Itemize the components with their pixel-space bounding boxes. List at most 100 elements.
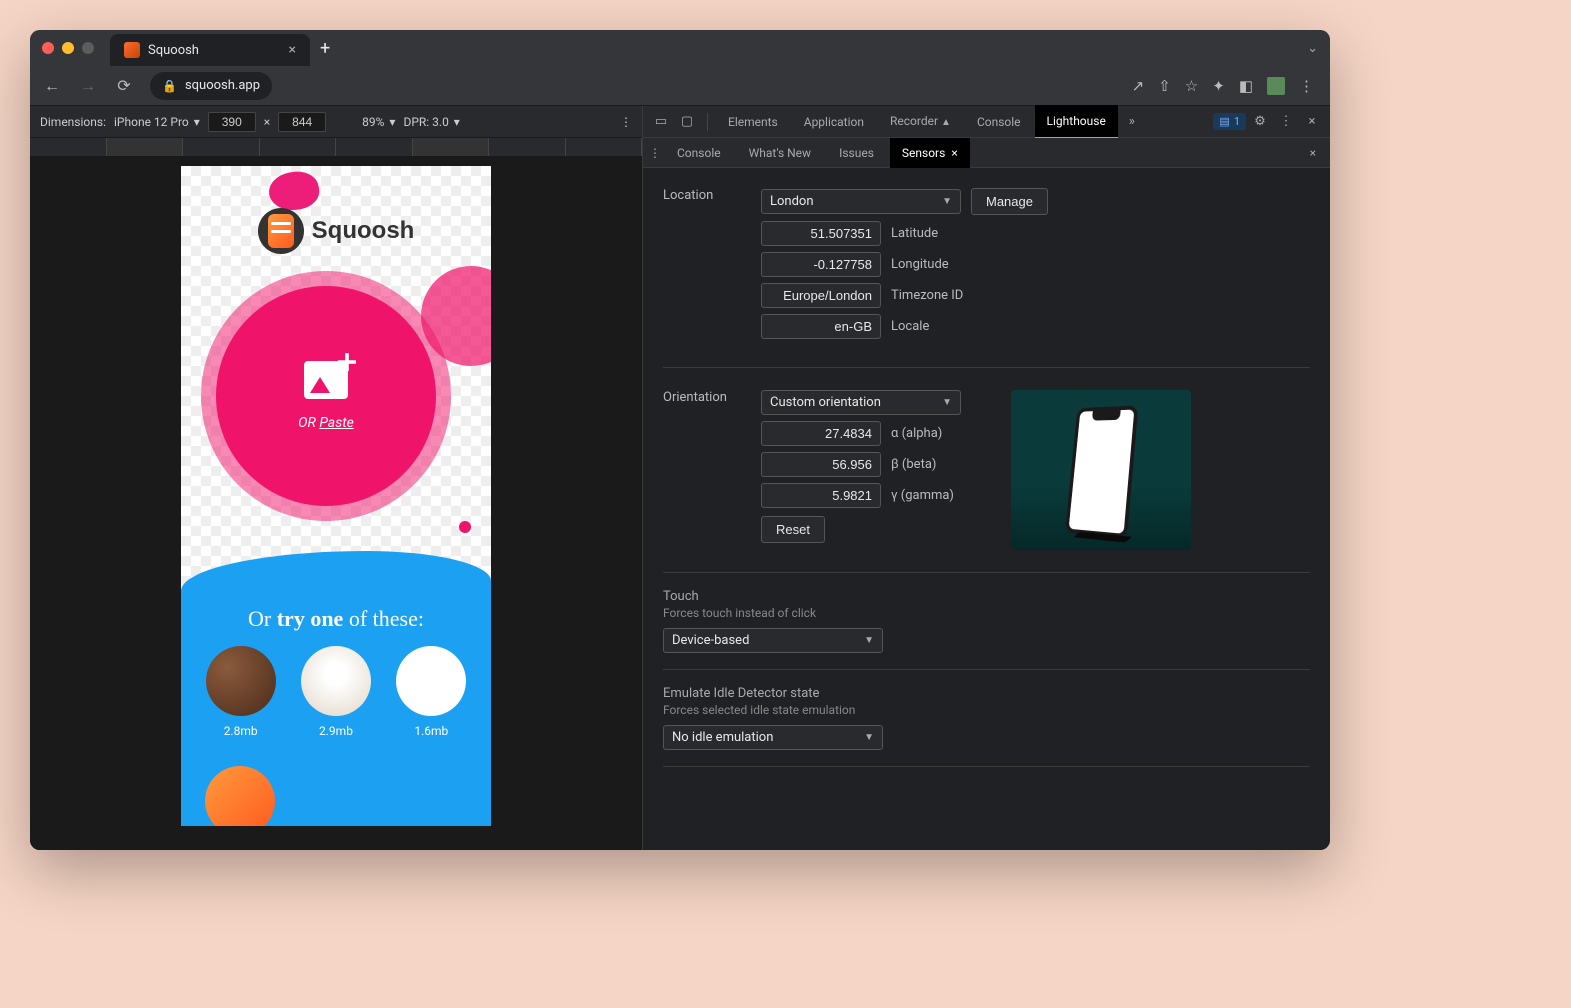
pink-dot	[459, 521, 471, 533]
forward-button[interactable]: →	[74, 76, 102, 96]
timezone-input[interactable]	[761, 283, 881, 308]
tab-console[interactable]: Console	[965, 106, 1033, 138]
squoosh-logo-icon	[268, 214, 294, 248]
reset-button[interactable]: Reset	[761, 516, 825, 543]
locale-label: Locale	[891, 319, 991, 334]
tab-favicon	[124, 42, 140, 58]
window-minimize[interactable]	[62, 42, 74, 54]
touch-label: Touch	[663, 589, 1310, 604]
settings-icon[interactable]: ⚙	[1248, 114, 1272, 129]
manage-button[interactable]: Manage	[971, 188, 1048, 215]
locale-input[interactable]	[761, 314, 881, 339]
devtools-close-icon[interactable]: ×	[1300, 114, 1324, 129]
browser-window: Squoosh × + ⌄ ← → ⟳ 🔒 squoosh.app ↗ ⇧ ☆ …	[30, 30, 1330, 850]
divider	[663, 572, 1310, 573]
back-button[interactable]: ←	[38, 76, 66, 96]
tabs-overflow-icon[interactable]: ⌄	[1307, 41, 1318, 56]
timezone-label: Timezone ID	[891, 288, 991, 303]
upload-dropzone[interactable]: OR Paste	[216, 286, 436, 506]
device-mode-pane: Dimensions: iPhone 12 Pro ▾ × 89% ▾ DPR:…	[30, 106, 642, 850]
close-tab-icon[interactable]: ×	[951, 138, 957, 168]
orientation-select[interactable]: Custom orientation▼	[761, 390, 961, 415]
sample-thumb	[301, 646, 371, 716]
latitude-label: Latitude	[891, 226, 991, 241]
sample-image-1[interactable]: 2.8mb	[206, 646, 276, 738]
emulated-page[interactable]: Squoosh OR Paste Or try one of the	[181, 166, 491, 826]
location-label: Location	[663, 188, 743, 345]
dpr-select[interactable]: DPR: 3.0 ▾	[403, 115, 459, 129]
drawer-menu-icon[interactable]: ⋮	[649, 146, 661, 160]
new-tab-button[interactable]: +	[320, 38, 330, 59]
location-select[interactable]: London▼	[761, 189, 961, 214]
sample-image-2[interactable]: 2.9mb	[301, 646, 371, 738]
longitude-input[interactable]	[761, 252, 881, 277]
extensions-icon[interactable]: ✦	[1212, 77, 1225, 95]
sample-thumb	[206, 646, 276, 716]
issues-badge[interactable]: ▤ 1	[1213, 113, 1246, 130]
idle-desc: Forces selected idle state emulation	[663, 703, 1310, 717]
drawer-tab-sensors[interactable]: Sensors ×	[890, 138, 970, 168]
drawer-tab-console[interactable]: Console	[665, 138, 733, 168]
tab-close-icon[interactable]: ×	[289, 42, 296, 58]
panel-icon[interactable]: ◧	[1239, 77, 1253, 95]
sample-thumb	[396, 646, 466, 716]
height-input[interactable]	[278, 112, 326, 132]
devtools-menu-icon[interactable]: ⋮	[1274, 114, 1298, 129]
beta-label: β (beta)	[891, 457, 991, 472]
dimensions-label: Dimensions:	[40, 115, 106, 129]
drawer-tab-whatsnew[interactable]: What's New	[737, 138, 823, 168]
device-toolbar: Dimensions: iPhone 12 Pro ▾ × 89% ▾ DPR:…	[30, 106, 642, 138]
latitude-input[interactable]	[761, 221, 881, 246]
longitude-label: Longitude	[891, 257, 991, 272]
width-ruler[interactable]	[30, 138, 642, 156]
inspect-icon[interactable]: ▭	[649, 114, 673, 129]
tab-recorder[interactable]: Recorder ▲	[878, 105, 963, 139]
emulated-viewport: Squoosh OR Paste Or try one of the	[30, 156, 642, 850]
sensors-panel: Location London▼ Manage Latitude	[643, 168, 1330, 850]
menu-icon[interactable]: ⋮	[1299, 77, 1314, 95]
tab-lighthouse[interactable]: Lighthouse	[1035, 105, 1118, 139]
zoom-select[interactable]: 89% ▾	[362, 115, 395, 129]
url-actions: ↗ ⇧ ☆ ✦ ◧ ⋮	[1132, 77, 1322, 95]
tab-title: Squoosh	[148, 43, 199, 58]
idle-select[interactable]: No idle emulation▼	[663, 725, 883, 750]
drawer-close-icon[interactable]: ×	[1302, 146, 1324, 160]
url-toolbar: ← → ⟳ 🔒 squoosh.app ↗ ⇧ ☆ ✦ ◧ ⋮	[30, 66, 1330, 106]
drawer-tab-issues[interactable]: Issues	[827, 138, 886, 168]
beta-input[interactable]	[761, 452, 881, 477]
sample-image-4[interactable]	[205, 766, 275, 826]
divider	[663, 669, 1310, 670]
sample-image-3[interactable]: 1.6mb	[396, 646, 466, 738]
window-maximize[interactable]	[82, 42, 94, 54]
upload-image-icon	[304, 361, 348, 399]
window-close[interactable]	[42, 42, 54, 54]
open-external-icon[interactable]: ↗	[1132, 77, 1145, 95]
browser-tab[interactable]: Squoosh ×	[110, 34, 310, 66]
tab-application[interactable]: Application	[792, 106, 876, 138]
width-input[interactable]	[208, 112, 256, 132]
orientation-visualizer[interactable]	[1011, 390, 1191, 550]
devtools-tabstrip: ▭ ▢ Elements Application Recorder ▲ Cons…	[643, 106, 1330, 138]
profile-avatar[interactable]	[1267, 77, 1285, 95]
drawer-tabstrip: ⋮ Console What's New Issues Sensors × ×	[643, 138, 1330, 168]
alpha-input[interactable]	[761, 421, 881, 446]
devtools-pane: ▭ ▢ Elements Application Recorder ▲ Cons…	[642, 106, 1330, 850]
squoosh-logo: Squoosh	[258, 208, 415, 254]
sample-thumb	[205, 766, 275, 826]
idle-label: Emulate Idle Detector state	[663, 686, 1310, 701]
address-bar[interactable]: 🔒 squoosh.app	[150, 72, 272, 100]
orientation-label: Orientation	[663, 390, 743, 550]
touch-select[interactable]: Device-based▼	[663, 628, 883, 653]
recorder-beta-icon: ▲	[941, 117, 951, 128]
reload-button[interactable]: ⟳	[110, 76, 138, 95]
device-select[interactable]: iPhone 12 Pro ▾	[114, 115, 200, 129]
sample-size: 2.9mb	[319, 724, 353, 738]
device-toggle-icon[interactable]: ▢	[675, 114, 699, 129]
device-toolbar-menu-icon[interactable]: ⋮	[620, 115, 632, 129]
gamma-input[interactable]	[761, 483, 881, 508]
bookmark-icon[interactable]: ☆	[1185, 77, 1198, 95]
paste-hint[interactable]: OR Paste	[298, 415, 354, 431]
share-icon[interactable]: ⇧	[1158, 77, 1171, 95]
tab-elements[interactable]: Elements	[716, 106, 790, 138]
more-tabs-icon[interactable]: »	[1120, 114, 1144, 129]
